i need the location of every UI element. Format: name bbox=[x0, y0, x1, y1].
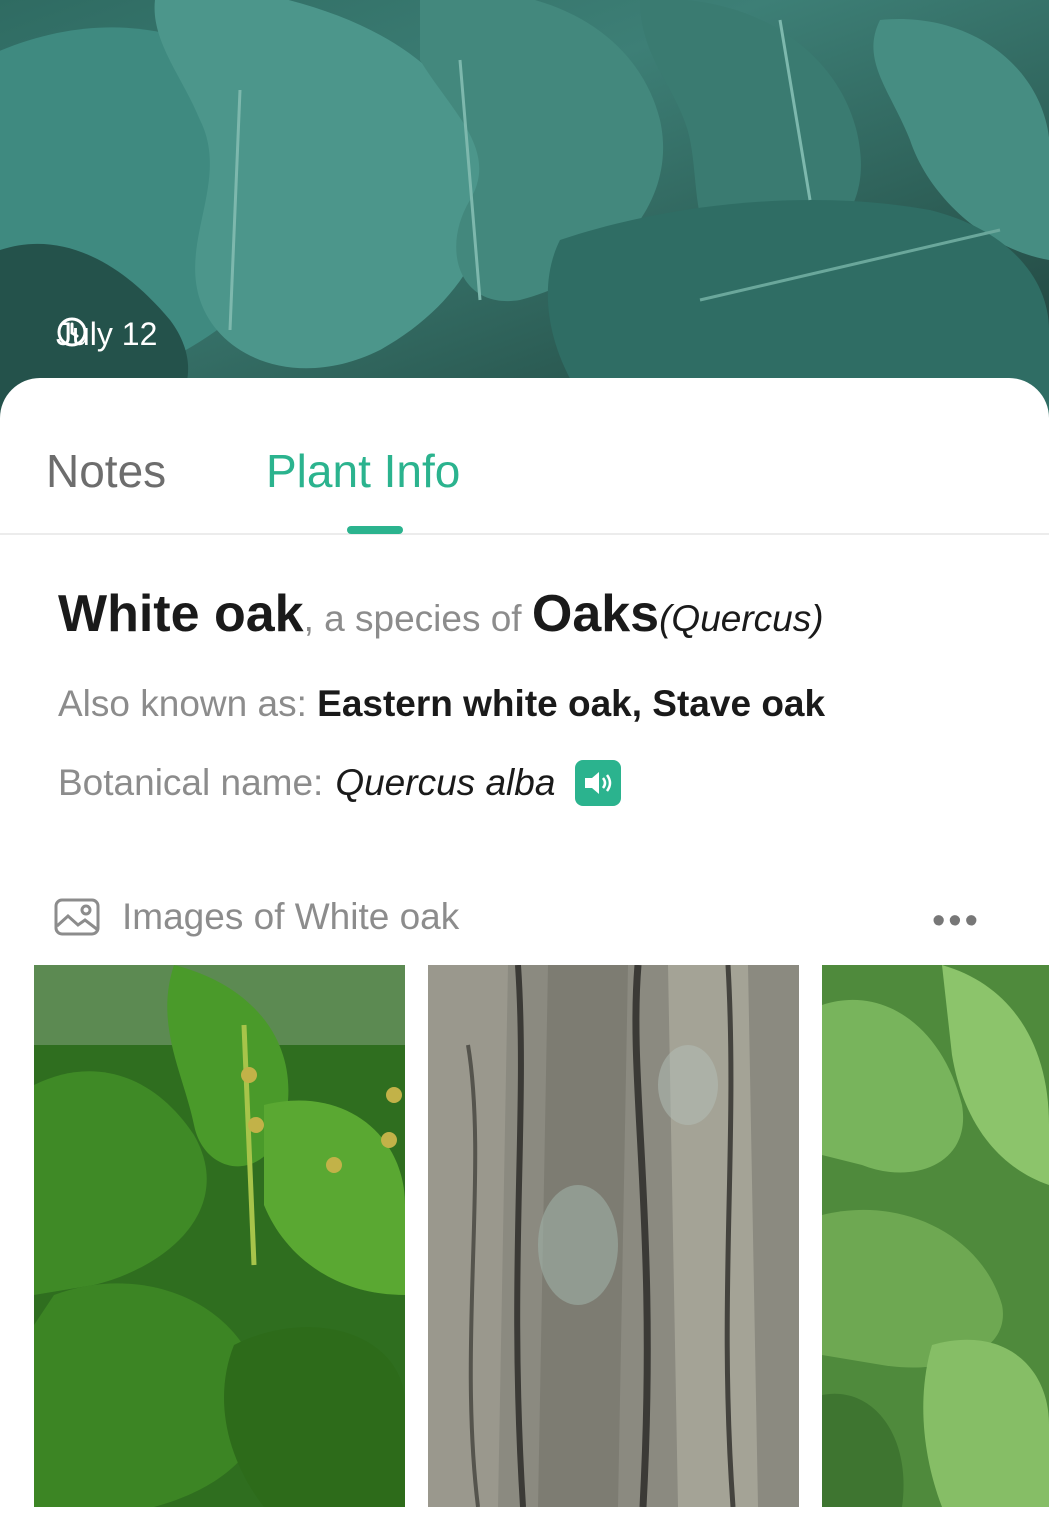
clock-icon bbox=[57, 317, 87, 347]
pronounce-button[interactable] bbox=[575, 760, 622, 806]
tab-plant-info[interactable]: Plant Info bbox=[266, 444, 460, 498]
speaker-icon bbox=[585, 772, 612, 794]
image-gallery-icon bbox=[54, 898, 100, 936]
tab-notes[interactable]: Notes bbox=[46, 444, 166, 498]
leaf-photo bbox=[0, 0, 1049, 420]
botanical-label: Botanical name: bbox=[58, 762, 324, 803]
images-section-header: Images of White oak bbox=[54, 896, 459, 938]
aka-label: Also known as: bbox=[58, 683, 318, 724]
active-tab-indicator bbox=[347, 526, 403, 534]
oak-foliage-image bbox=[822, 965, 1049, 1507]
plant-title: White oak, a species of Oaks(Quercus) bbox=[58, 584, 824, 644]
hero-photo[interactable]: July 12 bbox=[0, 0, 1049, 420]
oak-leaves-image bbox=[34, 965, 405, 1507]
photo-date: July 12 bbox=[56, 316, 157, 353]
plant-detail-sheet: Notes Plant Info White oak, a species of… bbox=[0, 378, 1049, 1536]
botanical-value: Quercus alba bbox=[335, 762, 556, 803]
genus-latin: (Quercus) bbox=[659, 598, 824, 639]
aka-value: Eastern white oak, Stave oak bbox=[317, 683, 826, 724]
genus-name[interactable]: Oaks bbox=[532, 585, 659, 643]
also-known-as: Also known as: Eastern white oak, Stave … bbox=[58, 683, 825, 725]
common-name: White oak bbox=[58, 585, 304, 643]
species-of-text: , a species of bbox=[303, 598, 532, 639]
more-options-icon[interactable]: ••• bbox=[932, 900, 981, 943]
images-title: Images of White oak bbox=[122, 896, 460, 937]
gallery-image-foliage[interactable] bbox=[822, 965, 1049, 1507]
image-gallery bbox=[0, 965, 1049, 1507]
gallery-image-bark[interactable] bbox=[428, 965, 799, 1507]
gallery-image-leaves-acorns[interactable] bbox=[34, 965, 405, 1507]
botanical-name: Botanical name: Quercus alba bbox=[58, 760, 622, 806]
oak-bark-image bbox=[428, 965, 799, 1507]
tab-bar: Notes Plant Info bbox=[0, 378, 1049, 535]
